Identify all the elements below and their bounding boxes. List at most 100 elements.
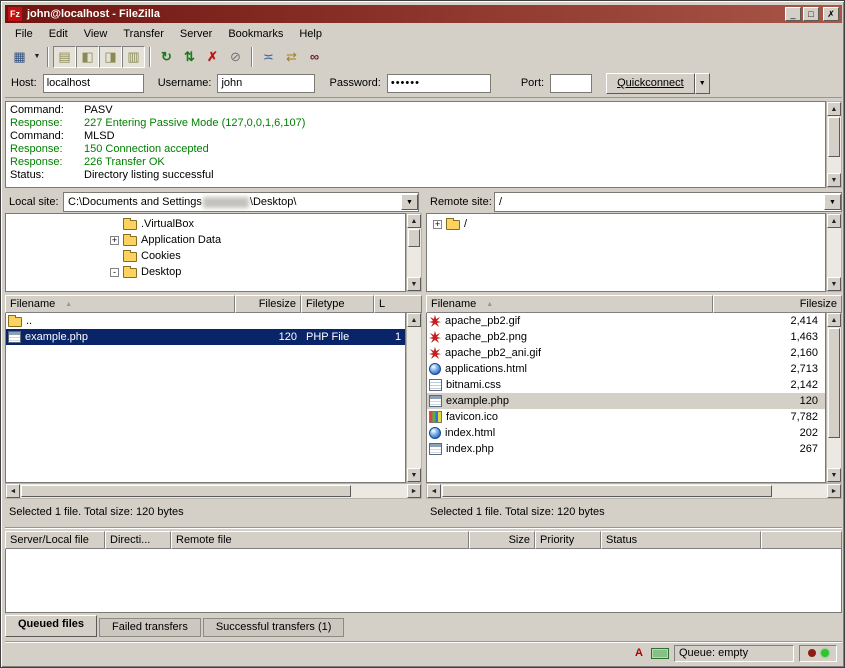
- column-header-filetype[interactable]: Filetype: [301, 295, 374, 313]
- file-row[interactable]: ..: [6, 313, 405, 329]
- column-header-direction[interactable]: Directi...: [105, 531, 171, 549]
- file-row[interactable]: apache_pb2_ani.gif 2,160: [427, 345, 825, 361]
- folder-icon: [8, 317, 22, 327]
- file-row[interactable]: bitnami.css 2,142: [427, 377, 825, 393]
- scrollbar-thumb[interactable]: [408, 229, 420, 247]
- dropdown-arrow-icon[interactable]: ▼: [824, 194, 841, 210]
- column-header-remote-file[interactable]: Remote file: [171, 531, 469, 549]
- file-row-selected[interactable]: example.php 120: [427, 393, 825, 409]
- tree-expander[interactable]: -: [110, 268, 119, 277]
- column-header-server-local-file[interactable]: Server/Local file: [5, 531, 105, 549]
- file-row[interactable]: index.php 267: [427, 441, 825, 457]
- column-header-status[interactable]: Status: [601, 531, 761, 549]
- disconnect-button[interactable]: ⊘: [224, 46, 247, 68]
- file-row[interactable]: applications.html 2,713: [427, 361, 825, 377]
- column-header-priority[interactable]: Priority: [535, 531, 601, 549]
- local-path-prefix: C:\Documents and Settings: [68, 196, 202, 208]
- username-input[interactable]: [217, 74, 315, 93]
- local-tree-scrollbar[interactable]: ▲ ▼: [406, 213, 422, 292]
- local-site-combobox[interactable]: C:\Documents and Settings\Desktop\ ▼: [63, 192, 419, 212]
- scroll-right-button[interactable]: ►: [827, 484, 841, 498]
- find-files-button[interactable]: ∞: [303, 46, 326, 68]
- local-list-scrollbar[interactable]: ▲ ▼: [406, 313, 422, 483]
- remote-tree-scrollbar[interactable]: ▲ ▼: [826, 213, 842, 292]
- app-icon[interactable]: Fz: [8, 7, 22, 21]
- scrollbar-thumb[interactable]: [21, 485, 351, 497]
- transfer-queue-list[interactable]: [5, 549, 842, 613]
- menu-bookmarks[interactable]: Bookmarks: [220, 25, 291, 43]
- column-header-filename[interactable]: Filename▲: [5, 295, 235, 313]
- column-header-size[interactable]: Size: [469, 531, 535, 549]
- file-row-selected[interactable]: example.php 120 PHP File 1: [6, 329, 405, 345]
- password-input[interactable]: [387, 74, 491, 93]
- quickconnect-button[interactable]: Quickconnect: [606, 73, 695, 94]
- cancel-button[interactable]: ✗: [201, 46, 224, 68]
- menu-file[interactable]: File: [7, 25, 41, 43]
- refresh-button[interactable]: ↻: [155, 46, 178, 68]
- column-header-filesize[interactable]: Filesize: [713, 295, 842, 313]
- tree-label: Cookies: [141, 250, 181, 262]
- quickconnect-dropdown[interactable]: ▼: [695, 73, 710, 94]
- scroll-up-button[interactable]: ▲: [407, 214, 421, 228]
- file-row[interactable]: apache_pb2.png 1,463: [427, 329, 825, 345]
- maximize-button[interactable]: □: [803, 7, 819, 21]
- scrollbar-thumb[interactable]: [442, 485, 772, 497]
- toggle-local-tree-button[interactable]: ◧: [76, 46, 99, 68]
- remote-list-scrollbar[interactable]: ▲ ▼: [826, 313, 842, 483]
- host-input[interactable]: [43, 74, 144, 93]
- scroll-up-button[interactable]: ▲: [407, 313, 421, 327]
- tree-expander[interactable]: +: [433, 220, 442, 229]
- close-button[interactable]: ✗: [823, 7, 839, 21]
- log-scrollbar[interactable]: ▲ ▼: [826, 101, 842, 188]
- tree-item[interactable]: +Application Data: [6, 232, 405, 248]
- scroll-right-button[interactable]: ►: [407, 484, 421, 498]
- menu-help[interactable]: Help: [291, 25, 330, 43]
- scroll-up-button[interactable]: ▲: [827, 102, 841, 116]
- column-header-filename[interactable]: Filename▲: [426, 295, 713, 313]
- menu-bar: File Edit View Transfer Server Bookmarks…: [5, 24, 842, 44]
- scroll-down-button[interactable]: ▼: [407, 277, 421, 291]
- port-input[interactable]: [550, 74, 592, 93]
- tree-item[interactable]: Cookies: [6, 248, 405, 264]
- scroll-down-button[interactable]: ▼: [407, 468, 421, 482]
- site-manager-button[interactable]: ▦: [8, 46, 31, 68]
- local-list-hscrollbar[interactable]: ◄ ►: [5, 483, 422, 499]
- menu-edit[interactable]: Edit: [41, 25, 76, 43]
- toggle-message-log-button[interactable]: ▤: [53, 46, 76, 68]
- tree-item[interactable]: +/: [427, 216, 825, 232]
- scroll-up-button[interactable]: ▲: [827, 313, 841, 327]
- toggle-transfer-queue-button[interactable]: ▥: [122, 46, 145, 68]
- column-header-modified[interactable]: L: [374, 295, 422, 313]
- synchronized-browsing-button[interactable]: ⇄: [280, 46, 303, 68]
- scroll-down-button[interactable]: ▼: [827, 277, 841, 291]
- tab-successful-transfers[interactable]: Successful transfers (1): [203, 618, 345, 637]
- tree-expander[interactable]: +: [110, 236, 119, 245]
- scroll-left-button[interactable]: ◄: [427, 484, 441, 498]
- process-queue-button[interactable]: ⇅: [178, 46, 201, 68]
- dropdown-arrow-icon[interactable]: ▼: [401, 194, 418, 210]
- title-bar[interactable]: Fz john@localhost - FileZilla _ □ ✗: [5, 5, 842, 23]
- scroll-left-button[interactable]: ◄: [6, 484, 20, 498]
- menu-server[interactable]: Server: [172, 25, 220, 43]
- directory-comparison-button[interactable]: ≍: [257, 46, 280, 68]
- scroll-down-button[interactable]: ▼: [827, 173, 841, 187]
- file-row[interactable]: favicon.ico 7,782: [427, 409, 825, 425]
- column-header-filesize[interactable]: Filesize: [235, 295, 301, 313]
- tab-failed-transfers[interactable]: Failed transfers: [99, 618, 201, 637]
- tab-queued-files[interactable]: Queued files: [5, 615, 97, 637]
- tree-item[interactable]: .VirtualBox: [6, 216, 405, 232]
- site-manager-dropdown[interactable]: ▼: [31, 46, 43, 68]
- scroll-up-button[interactable]: ▲: [827, 214, 841, 228]
- file-row[interactable]: index.html 202: [427, 425, 825, 441]
- menu-view[interactable]: View: [76, 25, 116, 43]
- scroll-down-button[interactable]: ▼: [827, 468, 841, 482]
- minimize-button[interactable]: _: [785, 7, 801, 21]
- scrollbar-thumb[interactable]: [828, 117, 840, 157]
- toggle-remote-tree-button[interactable]: ◨: [99, 46, 122, 68]
- menu-transfer[interactable]: Transfer: [115, 25, 172, 43]
- file-row[interactable]: apache_pb2.gif 2,414: [427, 313, 825, 329]
- scrollbar-thumb[interactable]: [828, 328, 840, 438]
- tree-item[interactable]: -Desktop: [6, 264, 405, 280]
- remote-site-combobox[interactable]: / ▼: [494, 192, 842, 212]
- remote-list-hscrollbar[interactable]: ◄ ►: [426, 483, 842, 499]
